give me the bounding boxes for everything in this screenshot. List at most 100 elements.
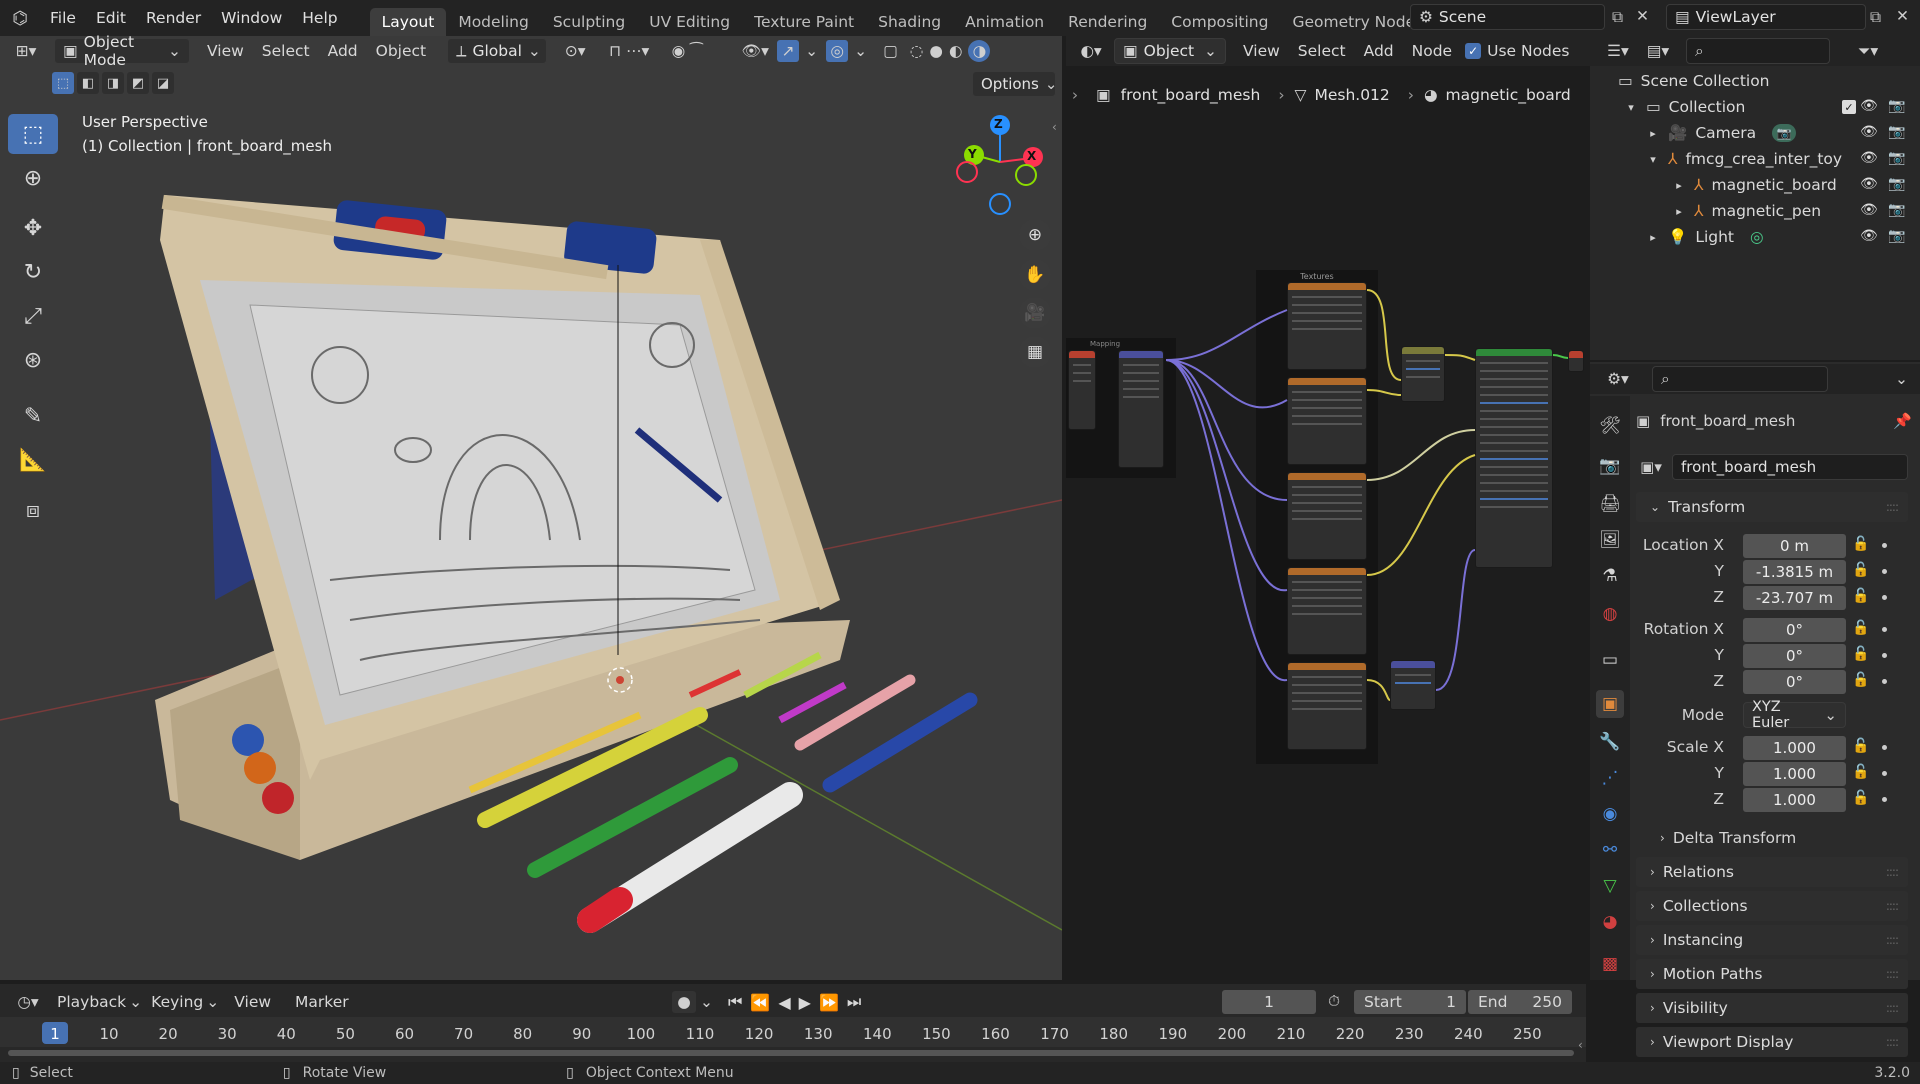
render-tab[interactable]: 📷 [1596, 452, 1624, 480]
drag-handle-icon[interactable]: :::: [1886, 967, 1899, 981]
expand-toggle-icon[interactable]: ▾ [1646, 153, 1660, 166]
eye-icon[interactable]: 👁 [1860, 124, 1878, 140]
auto-keying-icon[interactable]: ● [672, 991, 696, 1013]
eye-icon[interactable]: 👁 [1860, 202, 1878, 218]
light-data-icon[interactable]: ◎ [1750, 228, 1764, 246]
keyframe-dot-icon[interactable] [1882, 679, 1887, 684]
jump-end-icon[interactable]: ⏭ [847, 992, 861, 1012]
lock-icon[interactable]: 🔓 [1852, 588, 1869, 604]
timeline-menu-keying[interactable]: Keying [142, 993, 212, 1011]
scale-tool[interactable]: ⤢ [8, 296, 58, 336]
menu-window[interactable]: Window [211, 9, 292, 27]
keyframe-dot-icon[interactable] [1882, 569, 1887, 574]
eye-icon[interactable]: 👁 [1860, 98, 1878, 114]
viewport-menu-add[interactable]: Add [319, 42, 367, 60]
viewport-menu-view[interactable]: View [198, 42, 253, 60]
rotate-tool[interactable]: ↻ [8, 252, 58, 292]
material-shading-icon[interactable]: ◐ [949, 42, 963, 60]
data-tab[interactable]: ▽ [1596, 872, 1624, 900]
collections-panel[interactable]: › Collections :::: [1636, 891, 1908, 921]
node-menu-select[interactable]: Select [1289, 42, 1355, 60]
wireframe-shading-icon[interactable]: ◌ [910, 42, 924, 60]
lock-icon[interactable]: 🔓 [1852, 738, 1869, 754]
render-camera-icon[interactable]: 📷 [1888, 228, 1905, 244]
breadcrumb-mesh[interactable]: Mesh.012 [1314, 86, 1389, 104]
rotation-z-field[interactable]: 0° [1743, 670, 1846, 694]
eye-icon[interactable]: 👁 [1860, 150, 1878, 166]
delete-scene-icon[interactable]: ✕ [1636, 7, 1649, 25]
mode-dropdown[interactable]: ▣ Object Mode ⌄ [54, 33, 190, 69]
pivot-icon[interactable]: ⊙▾ [557, 42, 593, 60]
rendered-shading-icon[interactable]: ◑ [968, 40, 991, 62]
add-cube-tool[interactable]: ⧈ [8, 490, 58, 530]
location-y-field[interactable]: -1.3815 m [1743, 560, 1846, 584]
transform-orientation-dropdown[interactable]: ⟂ Global ⌄ [447, 38, 548, 64]
tab-compositing[interactable]: Compositing [1159, 8, 1280, 36]
tab-uv-editing[interactable]: UV Editing [637, 8, 742, 36]
keyframe-dot-icon[interactable] [1882, 595, 1887, 600]
use-nodes-checkbox[interactable]: ✓ [1465, 43, 1482, 59]
chevron-down-icon[interactable]: ⌄ [854, 42, 867, 60]
view-layer-selector[interactable]: ▤ ViewLayer [1666, 4, 1866, 30]
breadcrumb-material[interactable]: magnetic_board [1446, 86, 1571, 104]
render-camera-icon[interactable]: 📷 [1888, 124, 1905, 140]
render-camera-icon[interactable]: 📷 [1888, 150, 1905, 166]
expand-toggle-icon[interactable]: ▸ [1672, 205, 1686, 218]
lock-icon[interactable]: 🔓 [1852, 672, 1869, 688]
constraints-tab[interactable]: ⚯ [1596, 836, 1624, 864]
play-reverse-icon[interactable]: ◀ [778, 993, 790, 1012]
object-data-dropdown-icon[interactable]: ▣▾ [1636, 458, 1666, 476]
expand-toggle-icon[interactable]: ▸ [1646, 231, 1660, 244]
expand-toggle-icon[interactable]: ▾ [1624, 101, 1638, 114]
node-menu-view[interactable]: View [1234, 42, 1289, 60]
keyframe-dot-icon[interactable] [1882, 543, 1887, 548]
node-menu-add[interactable]: Add [1355, 42, 1403, 60]
transform-panel-header[interactable]: ⌄ Transform :::: [1636, 492, 1908, 522]
blender-logo-icon[interactable]: ⌬ [0, 8, 40, 29]
properties-type-icon[interactable]: ⚙▾ [1598, 370, 1638, 388]
pan-view-button[interactable]: ✋ [1019, 259, 1051, 291]
scene-selector[interactable]: ⚙ Scene [1410, 4, 1605, 30]
lock-icon[interactable]: 🔓 [1852, 536, 1869, 552]
menu-file[interactable]: File [40, 9, 86, 27]
menu-edit[interactable]: Edit [86, 9, 136, 27]
select-new-icon[interactable]: ⬚ [52, 72, 74, 94]
chevron-down-icon[interactable]: ⌄ [1895, 370, 1908, 388]
drag-handle-icon[interactable]: :::: [1886, 899, 1899, 913]
timeline-menu-playback[interactable]: Playback [48, 993, 135, 1011]
keyframe-dot-icon[interactable] [1882, 627, 1887, 632]
start-frame-field[interactable]: Start 1 [1354, 990, 1466, 1014]
next-keyframe-icon[interactable]: ⏩ [819, 993, 839, 1012]
output-tab[interactable]: 🖨 [1596, 490, 1624, 518]
tab-texture-paint[interactable]: Texture Paint [742, 8, 866, 36]
location-x-field[interactable]: 0 m [1743, 534, 1846, 558]
pin-icon[interactable]: 📌 [1893, 412, 1912, 430]
delete-view-layer-icon[interactable]: ✕ [1896, 7, 1909, 25]
exclude-checkbox[interactable]: ✓ [1842, 100, 1856, 114]
new-view-layer-icon[interactable]: ⧉ [1870, 8, 1881, 27]
keyframe-dot-icon[interactable] [1882, 745, 1887, 750]
lock-icon[interactable]: 🔓 [1852, 764, 1869, 780]
sidebar-toggle-icon[interactable]: ‹ [1052, 120, 1057, 134]
drag-handle-icon[interactable]: :::: [1886, 933, 1899, 947]
navigation-gizmo[interactable] [950, 112, 1060, 222]
rotation-x-field[interactable]: 0° [1743, 618, 1846, 642]
tab-layout[interactable]: Layout [369, 8, 447, 36]
proportional-edit-icon[interactable]: ◉ ⁀ [665, 42, 709, 60]
jump-start-icon[interactable]: ⏮ [728, 992, 742, 1012]
outliner-type-icon[interactable]: ☰▾ [1598, 42, 1638, 60]
render-camera-icon[interactable]: 📷 [1888, 176, 1905, 192]
select-intersect-icon[interactable]: ◪ [152, 72, 174, 94]
motion-paths-panel[interactable]: › Motion Paths :::: [1636, 959, 1908, 989]
expand-toggle-icon[interactable]: ▸ [1672, 179, 1686, 192]
viewport-scene[interactable] [0, 100, 1062, 980]
timeline-menu-view[interactable]: View [225, 993, 280, 1011]
drag-handle-icon[interactable]: :::: [1886, 500, 1899, 514]
timeline-type-icon[interactable]: ◷▾ [8, 993, 48, 1011]
render-camera-icon[interactable]: 📷 [1888, 202, 1905, 218]
collapse-icon[interactable]: ‹ [1578, 1038, 1583, 1052]
object-name-field[interactable]: front_board_mesh [1672, 454, 1908, 480]
chevron-down-icon[interactable]: ⌄ [805, 42, 818, 60]
tool-tab[interactable]: 🛠 [1596, 412, 1624, 440]
keyframe-dot-icon[interactable] [1882, 653, 1887, 658]
